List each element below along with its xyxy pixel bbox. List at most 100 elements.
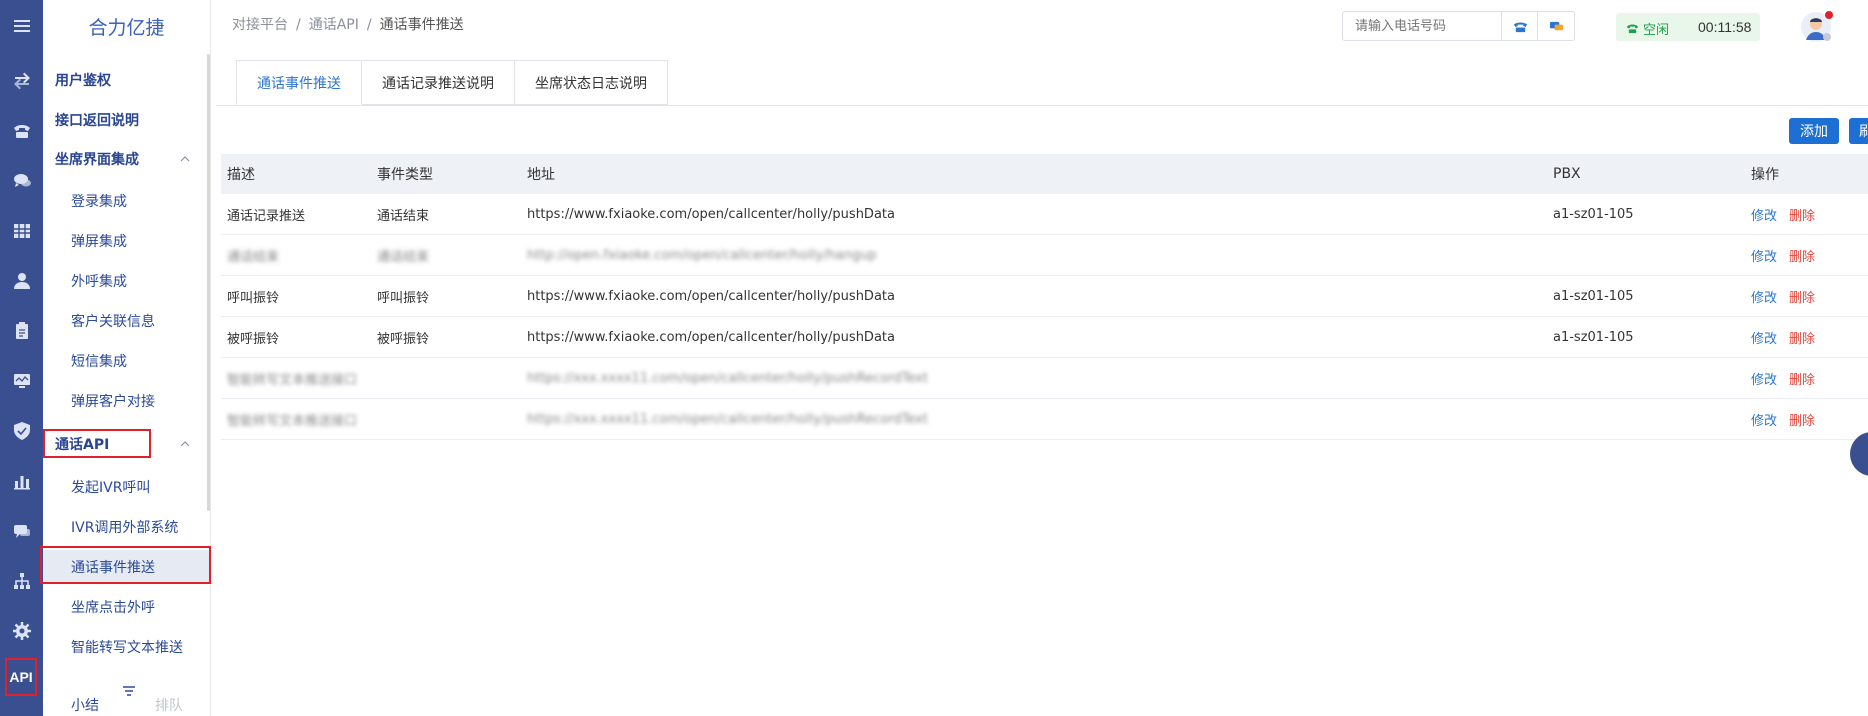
phone-icon[interactable] — [0, 111, 43, 151]
pbx-cell: a1-sz01-105 — [1553, 206, 1634, 222]
transfer-icon[interactable] — [0, 61, 43, 101]
menu-item-transcript-push[interactable]: 智能转写文本推送 — [43, 630, 210, 664]
org-chart-icon[interactable] — [0, 561, 43, 601]
delete-button[interactable]: 删除 — [1789, 205, 1815, 224]
delete-button[interactable]: 删除 — [1789, 246, 1815, 265]
menu-item-ivr-external[interactable]: IVR调用外部系统 — [43, 510, 210, 544]
column-header: 事件类型 — [377, 167, 433, 183]
table-header: 描述 事件类型 地址 PBX 操作 — [221, 154, 1868, 194]
column-header: 操作 — [1751, 167, 1779, 183]
menu-toggle-icon[interactable] — [0, 6, 43, 46]
menu-item-sms[interactable]: 短信集成 — [43, 344, 210, 378]
url-cell: https://xxx.xxxx11.com/open/callcenter/h… — [527, 370, 928, 386]
url-cell: https://www.fxiaoke.com/open/callcenter/… — [527, 329, 895, 345]
breadcrumb-item[interactable]: 通话API — [309, 17, 359, 33]
url-cell: https://xxx.xxxx11.com/open/callcenter/h… — [527, 411, 928, 427]
desc-cell: 呼叫振铃 — [227, 290, 280, 306]
status-label: 空闲 — [1643, 23, 1670, 38]
tab-call-record-push[interactable]: 通话记录推送说明 — [362, 60, 515, 105]
url-cell: https://www.fxiaoke.com/open/callcenter/… — [527, 288, 895, 304]
refresh-button[interactable]: 刷 — [1849, 118, 1868, 144]
menu-item-agent-click-call[interactable]: 坐席点击外呼 — [43, 590, 210, 624]
breadcrumb-item[interactable]: 对接平台 — [232, 17, 288, 33]
desc-cell: 被呼振铃 — [227, 331, 280, 347]
monitor-icon[interactable] — [0, 361, 43, 401]
call-timer: 00:11:58 — [1698, 19, 1752, 35]
highlight-box — [40, 546, 211, 584]
summary-tab[interactable]: 小结 — [71, 695, 99, 715]
dial-button[interactable] — [1501, 12, 1538, 40]
add-button[interactable]: 添加 — [1789, 118, 1839, 144]
pbx-cell: a1-sz01-105 — [1553, 288, 1634, 304]
menu-item-return-doc[interactable]: 接口返回说明 — [43, 103, 210, 137]
menu-item-ivr-call[interactable]: 发起IVR呼叫 — [43, 470, 210, 504]
menu-group-agent-ui[interactable]: 坐席界面集成 — [43, 142, 210, 176]
settings-icon[interactable] — [0, 611, 43, 651]
delete-button[interactable]: 删除 — [1789, 287, 1815, 306]
menu-item-login[interactable]: 登录集成 — [43, 184, 210, 218]
queue-tab[interactable]: 排队 — [155, 695, 183, 715]
phone-status-icon — [1626, 24, 1639, 34]
table-row: 呼叫振铃 呼叫振铃 https://www.fxiaoke.com/open/c… — [221, 276, 1868, 317]
table-row: 被呼振铃 被呼振铃 https://www.fxiaoke.com/open/c… — [221, 317, 1868, 358]
url-cell: http://open.fxiaoke.com/open/callcenter/… — [527, 247, 877, 263]
table-row: 智能转写文本推送接口 https://xxx.xxxx11.com/open/c… — [221, 399, 1868, 440]
breadcrumb: 对接平台 / 通话API / 通话事件推送 — [232, 17, 464, 33]
user-icon[interactable] — [0, 261, 43, 301]
breadcrumb-current: 通话事件推送 — [379, 17, 464, 33]
grid-icon[interactable] — [0, 211, 43, 251]
desc-cell: 通话记录推送 — [227, 208, 306, 224]
table-row: 智能转写文本推送接口 https://xxx.xxxx11.com/open/c… — [221, 358, 1868, 399]
agent-status[interactable]: 空闲 00:11:58 — [1616, 13, 1760, 41]
message-button[interactable] — [1537, 12, 1574, 40]
tab-bar: 通话事件推送 通话记录推送说明 坐席状态日志说明 — [236, 60, 668, 106]
menu-bottom-bar: 小结 排队 — [43, 684, 210, 716]
api-rail-icon[interactable]: API — [5, 658, 37, 696]
edit-button[interactable]: 修改 — [1751, 369, 1777, 388]
column-header: PBX — [1553, 166, 1581, 182]
column-header: 地址 — [527, 167, 555, 183]
filter-icon[interactable] — [122, 686, 136, 696]
edit-button[interactable]: 修改 — [1751, 205, 1777, 224]
menu-item-popup[interactable]: 弹屏集成 — [43, 224, 210, 258]
type-cell: 被呼振铃 — [377, 331, 430, 347]
icon-rail: API — [0, 0, 43, 716]
url-cell: https://www.fxiaoke.com/open/callcenter/… — [527, 206, 895, 222]
type-cell: 通话结束 — [377, 208, 430, 224]
table-row: 通话记录推送 通话结束 https://www.fxiaoke.com/open… — [221, 194, 1868, 235]
bar-chart-icon[interactable] — [0, 461, 43, 501]
edit-button[interactable]: 修改 — [1751, 287, 1777, 306]
phone-input[interactable] — [1343, 12, 1501, 40]
tab-divider — [216, 105, 1868, 106]
type-cell: 通话结束 — [377, 249, 430, 265]
highlight-box — [43, 429, 151, 458]
menu-item-customer-info[interactable]: 客户关联信息 — [43, 304, 210, 338]
tab-call-event-push[interactable]: 通话事件推送 — [236, 60, 362, 105]
message-icon[interactable] — [0, 511, 43, 551]
app-logo: 合力亿捷 — [88, 16, 165, 39]
menu-item-outbound[interactable]: 外呼集成 — [43, 264, 210, 298]
chat-icon[interactable] — [0, 161, 43, 201]
edit-button[interactable]: 修改 — [1751, 328, 1777, 347]
shield-icon[interactable] — [0, 411, 43, 451]
edit-button[interactable]: 修改 — [1751, 246, 1777, 265]
delete-button[interactable]: 删除 — [1789, 410, 1815, 429]
event-push-table: 描述 事件类型 地址 PBX 操作 通话记录推送 通话结束 https://ww… — [221, 154, 1868, 440]
chevron-up-icon — [180, 156, 190, 162]
delete-button[interactable]: 删除 — [1789, 369, 1815, 388]
phone-search — [1342, 11, 1575, 41]
side-menu: 合力亿捷 用户鉴权 接口返回说明 坐席界面集成 登录集成 弹屏集成 外呼集成 客… — [40, 0, 211, 716]
phone-icon — [1513, 22, 1527, 32]
pbx-cell: a1-sz01-105 — [1553, 329, 1634, 345]
clipboard-icon[interactable] — [0, 311, 43, 351]
menu-item-auth[interactable]: 用户鉴权 — [43, 63, 210, 97]
desc-cell: 通话结束 — [227, 249, 280, 265]
desc-cell: 智能转写文本推送接口 — [227, 413, 358, 429]
delete-button[interactable]: 删除 — [1789, 328, 1815, 347]
edit-button[interactable]: 修改 — [1751, 410, 1777, 429]
tab-agent-status-log[interactable]: 坐席状态日志说明 — [515, 60, 668, 105]
menu-item-popup-customer[interactable]: 弹屏客户对接 — [43, 384, 210, 418]
message-icon — [1549, 21, 1563, 30]
avatar[interactable] — [1800, 10, 1834, 44]
table-row: 通话结束 通话结束 http://open.fxiaoke.com/open/c… — [221, 235, 1868, 276]
